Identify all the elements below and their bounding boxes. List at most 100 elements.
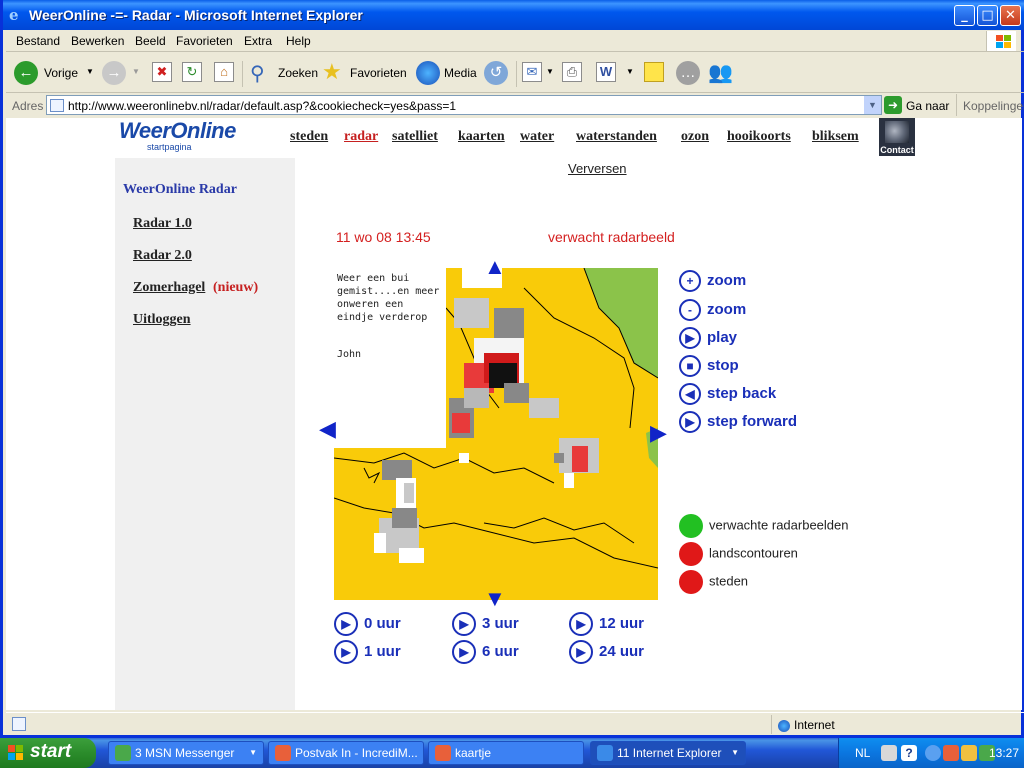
refresh-button[interactable]: ↻: [180, 59, 204, 87]
print-button[interactable]: ⎙: [562, 59, 588, 87]
toolbar-separator: [516, 61, 517, 87]
pan-down-icon[interactable]: ▼: [484, 588, 506, 610]
mail-icon: ✉: [522, 62, 542, 82]
nav-water[interactable]: water: [520, 129, 554, 145]
pan-left-icon[interactable]: ◀: [319, 418, 336, 440]
tray-expand-icon[interactable]: [925, 745, 941, 761]
step-forward-button[interactable]: ▶ step forward: [679, 411, 797, 433]
back-dropdown-icon[interactable]: ▼: [86, 67, 94, 76]
search-button[interactable]: ⚲ Zoeken: [250, 59, 318, 87]
windows-logo-icon: [986, 31, 1016, 51]
maximize-button[interactable]: □: [977, 5, 998, 26]
nav-ozon[interactable]: ozon: [681, 129, 709, 145]
nav-waterstanden[interactable]: waterstanden: [576, 129, 657, 145]
go-arrow-icon[interactable]: ➜: [884, 96, 902, 114]
menu-extra[interactable]: Extra: [244, 34, 272, 48]
edit-dropdown-icon[interactable]: ▼: [626, 67, 634, 76]
radar-map[interactable]: Weer een bui gemist....en meer onweren e…: [334, 268, 658, 600]
radar-note: Weer een bui gemist....en meer onweren e…: [334, 268, 446, 448]
zone-label: Internet: [794, 718, 835, 732]
hour-1-button[interactable]: ▶ 1 uur: [334, 640, 401, 664]
radar-timestamp: 11 wo 08 13:45: [336, 229, 431, 245]
discuss-button[interactable]: [644, 59, 670, 87]
refresh-link[interactable]: Verversen: [568, 161, 627, 176]
pan-up-icon[interactable]: ▲: [484, 256, 506, 278]
play-button[interactable]: ▶ play: [679, 327, 737, 349]
hour-0-button[interactable]: ▶ 0 uur: [334, 612, 401, 636]
address-input[interactable]: http://www.weeronlinebv.nl/radar/default…: [46, 95, 882, 115]
msn-icon: [115, 745, 131, 761]
help-icon[interactable]: ?: [901, 745, 917, 761]
menu-favorieten[interactable]: Favorieten: [176, 34, 233, 48]
links-button[interactable]: Koppelingen: [956, 94, 1024, 116]
radar-note-text: Weer een bui gemist....en meer onweren e…: [337, 273, 440, 323]
radar-mode-label: verwacht radarbeeld: [548, 229, 675, 245]
incredimail-tray-icon[interactable]: [943, 745, 959, 761]
nav-radar[interactable]: radar: [344, 129, 378, 145]
task-incredimail[interactable]: Postvak In - IncrediM...: [268, 741, 424, 765]
zoom-out-button[interactable]: - zoom: [679, 299, 746, 321]
menu-bestand[interactable]: Bestand: [16, 34, 60, 48]
nav-satelliet[interactable]: satelliet: [392, 129, 438, 145]
hour-24-button[interactable]: ▶ 24 uur: [569, 640, 644, 664]
site-logo[interactable]: WeerOnline startpagina: [119, 118, 244, 158]
play-icon: ▶: [452, 640, 476, 664]
legend-item-borders[interactable]: landscontouren: [679, 542, 798, 566]
mail-button[interactable]: ✉ ▼: [522, 59, 556, 87]
step-back-button[interactable]: ◀ step back: [679, 383, 776, 405]
minimize-button[interactable]: _: [954, 5, 975, 26]
sidebar-item-zomerhagel[interactable]: Zomerhagel: [133, 280, 205, 296]
zoom-out-icon: -: [679, 299, 701, 321]
stop-animation-button[interactable]: ■ stop: [679, 355, 739, 377]
nav-kaarten[interactable]: kaarten: [458, 129, 505, 145]
sidebar-item-radar-1[interactable]: Radar 1.0: [133, 216, 192, 232]
task-msn-messenger[interactable]: 3 MSN Messenger ▼: [108, 741, 264, 765]
sidebar-item-uitloggen[interactable]: Uitloggen: [133, 312, 191, 328]
history-button[interactable]: ↺: [484, 59, 510, 87]
favorites-button[interactable]: ★ Favorieten: [322, 59, 410, 87]
task-kaartje[interactable]: kaartje: [428, 741, 584, 765]
language-indicator[interactable]: NL: [855, 746, 870, 760]
contact-button[interactable]: Contact: [879, 118, 915, 156]
nav-hooikoorts[interactable]: hooikoorts: [727, 129, 791, 145]
stop-button[interactable]: ✖: [150, 59, 174, 87]
hour-12-button[interactable]: ▶ 12 uur: [569, 612, 644, 636]
pan-right-icon[interactable]: ▶: [650, 422, 667, 444]
nav-bliksem[interactable]: bliksem: [812, 129, 859, 145]
forward-dropdown-icon[interactable]: ▼: [132, 67, 140, 76]
menu-bewerken[interactable]: Bewerken: [71, 34, 124, 48]
start-button[interactable]: start: [0, 738, 96, 768]
close-button[interactable]: ✕: [1000, 5, 1021, 26]
alert-tray-icon[interactable]: [961, 745, 977, 761]
page-status-icon: [12, 717, 26, 731]
task-internet-explorer[interactable]: 11 Internet Explorer ▼: [590, 741, 746, 765]
messenger-chat-button[interactable]: …: [676, 59, 702, 87]
menu-help[interactable]: Help: [286, 34, 311, 48]
mail-icon: [435, 745, 451, 761]
keyboard-icon[interactable]: [881, 745, 897, 761]
hour-6-button[interactable]: ▶ 6 uur: [452, 640, 519, 664]
legend-item-forecast[interactable]: verwachte radarbeelden: [679, 514, 848, 538]
nav-steden[interactable]: steden: [290, 129, 328, 145]
media-button[interactable]: Media: [416, 59, 477, 87]
forward-button[interactable]: → ▼: [102, 59, 142, 87]
menu-beeld[interactable]: Beeld: [135, 34, 166, 48]
mail-dropdown-icon[interactable]: ▼: [546, 67, 554, 76]
legend-item-cities[interactable]: steden: [679, 570, 748, 594]
sidebar-item-radar-2[interactable]: Radar 2.0: [133, 248, 192, 264]
title-bar[interactable]: e WeerOnline -=- Radar - Microsoft Inter…: [3, 0, 1024, 30]
back-button[interactable]: ← Vorige ▼: [14, 59, 94, 87]
messenger-button[interactable]: 👥: [708, 59, 734, 87]
search-icon: ⚲: [250, 63, 265, 85]
hour-label: 3 uur: [482, 614, 519, 632]
edit-button[interactable]: W ▼: [596, 59, 634, 87]
home-button[interactable]: ⌂: [212, 59, 236, 87]
address-dropdown-icon[interactable]: ▼: [864, 96, 881, 114]
precip-cluster-south: [374, 460, 424, 563]
zoom-in-button[interactable]: + zoom: [679, 270, 746, 292]
step-back-icon: ◀: [679, 383, 701, 405]
legend-label: steden: [709, 573, 749, 589]
precip-cluster-east: [554, 438, 599, 488]
go-button[interactable]: Ga naar: [906, 99, 949, 113]
hour-3-button[interactable]: ▶ 3 uur: [452, 612, 519, 636]
